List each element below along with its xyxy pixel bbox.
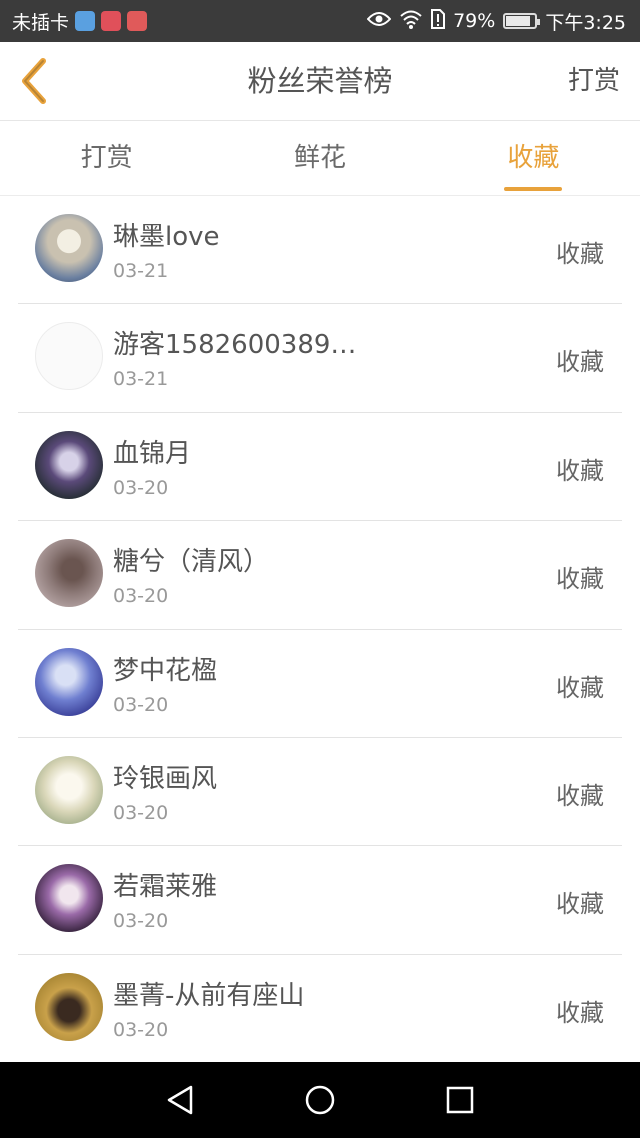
list-item[interactable]: 血锦月 03-20 收藏 [18,413,622,522]
fan-date: 03-21 [113,260,169,282]
fan-action: 收藏 [556,890,604,919]
list-item[interactable]: 游客1582600389… 03-21 收藏 [18,304,622,413]
fan-name: 梦中花楹 [113,655,218,686]
tab-flowers[interactable]: 鲜花 [213,121,426,195]
system-nav-bar [0,1062,640,1138]
avatar [35,864,103,933]
fan-list: 琳墨love 03-21 收藏 游客1582600389… 03-21 收藏 血… [0,196,640,1064]
avatar [35,539,103,608]
triangle-back-icon [167,1085,193,1115]
mail-app-icon [101,11,122,31]
fan-date: 03-20 [113,585,169,608]
fan-date: 03-21 [113,368,169,391]
page-title: 粉丝荣誉榜 [247,64,393,98]
square-recents-icon [446,1086,474,1114]
battery-icon [503,13,541,29]
fan-date: 03-20 [113,801,169,824]
avatar [35,972,103,1041]
clock: 下午3:25 [545,11,626,34]
avatar [35,430,103,499]
tab-reward[interactable]: 打赏 [0,121,213,195]
fan-date: 03-20 [113,476,169,499]
nav-home-button[interactable] [296,1076,344,1124]
fan-action: 收藏 [556,456,604,485]
fan-date: 03-20 [113,910,169,933]
app-header: 粉丝荣誉榜 打赏 [0,42,640,121]
battery-percent: 79% [453,10,496,32]
list-item[interactable]: 若霜莱雅 03-20 收藏 [18,846,622,955]
reward-button[interactable]: 打赏 [568,42,620,121]
fan-action: 收藏 [556,240,604,268]
fan-action: 收藏 [556,565,604,594]
tab-bar: 打赏 鲜花 收藏 [0,121,640,196]
fan-name: 糖兮（清风） [113,547,270,578]
fan-name: 墨菁-从前有座山 [113,980,305,1011]
fan-name: 玲银画风 [113,763,218,794]
fan-date: 03-20 [113,1018,169,1041]
avatar [35,214,103,282]
circle-home-icon [305,1085,335,1115]
carrier-text: 未插卡 [12,11,70,34]
eye-icon [366,10,392,32]
nav-recents-button[interactable] [436,1076,484,1124]
fan-date: 03-20 [113,693,169,716]
avatar [35,322,103,391]
reader-app-icon [127,11,148,31]
fan-action: 收藏 [556,348,604,377]
fan-action: 收藏 [556,673,604,702]
avatar [35,755,103,824]
list-item[interactable]: 琳墨love 03-21 收藏 [18,196,622,305]
list-item[interactable]: 玲银画风 03-20 收藏 [18,738,622,847]
fan-action: 收藏 [556,781,604,810]
fan-name: 若霜莱雅 [113,872,218,903]
avatar [35,647,103,716]
list-item[interactable]: 糖兮（清风） 03-20 收藏 [18,521,622,630]
list-item[interactable]: 梦中花楹 03-20 收藏 [18,630,622,738]
sim-alert-icon [431,8,446,34]
list-item[interactable]: 墨菁-从前有座山 03-20 收藏 [18,955,622,1064]
wifi-icon [399,9,423,34]
tab-favorites[interactable]: 收藏 [427,121,640,195]
fan-name: 血锦月 [113,438,192,469]
status-bar: 未插卡 79% 下午3:25 [0,0,640,42]
fan-name: 游客1582600389… [113,330,357,361]
browser-app-icon [75,11,96,31]
nav-back-button[interactable] [156,1076,204,1124]
fan-name: 琳墨love [113,222,220,252]
fan-action: 收藏 [556,998,604,1027]
